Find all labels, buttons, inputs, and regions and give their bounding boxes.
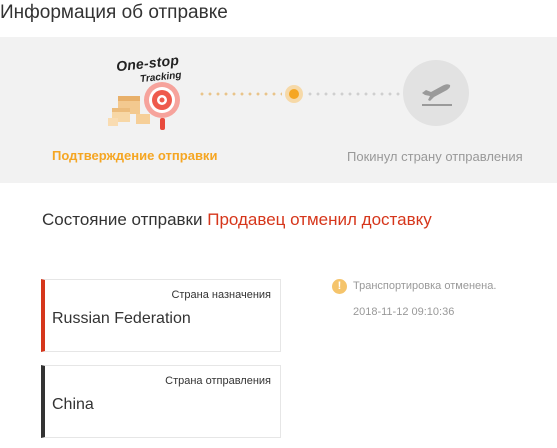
event-timestamp: 2018-11-12 09:10:36 (353, 306, 455, 318)
shipment-status: Состояние отправки Продавец отменил дост… (42, 210, 432, 230)
shipment-progress-tracker: One-stop Tracking Подтверждение отправки… (0, 37, 557, 183)
current-progress-marker (285, 85, 303, 103)
destination-country-card: Страна назначения Russian Federation (41, 279, 281, 352)
one-stop-tracking-illustration: One-stop Tracking (106, 52, 198, 132)
progress-dots-completed (198, 92, 282, 96)
origin-value: China (52, 396, 94, 413)
status-value: Продавец отменил доставку (207, 210, 432, 229)
departure-step-circle (403, 60, 469, 126)
progress-dots-pending (306, 92, 400, 96)
destination-label: Страна назначения (171, 289, 271, 301)
exclamation-circle-icon: ! (332, 279, 347, 294)
event-description: Транспортировка отменена. (353, 280, 497, 292)
page-title: Информация об отправке (0, 2, 228, 23)
step-label-confirmation: Подтверждение отправки (52, 148, 218, 163)
origin-country-card: Страна отправления China (41, 365, 281, 438)
step-label-departed-origin: Покинул страну отправления (347, 149, 523, 164)
airplane-departure-icon (422, 84, 452, 106)
status-label: Состояние отправки (42, 210, 203, 229)
destination-value: Russian Federation (52, 310, 191, 327)
origin-label: Страна отправления (165, 375, 271, 387)
